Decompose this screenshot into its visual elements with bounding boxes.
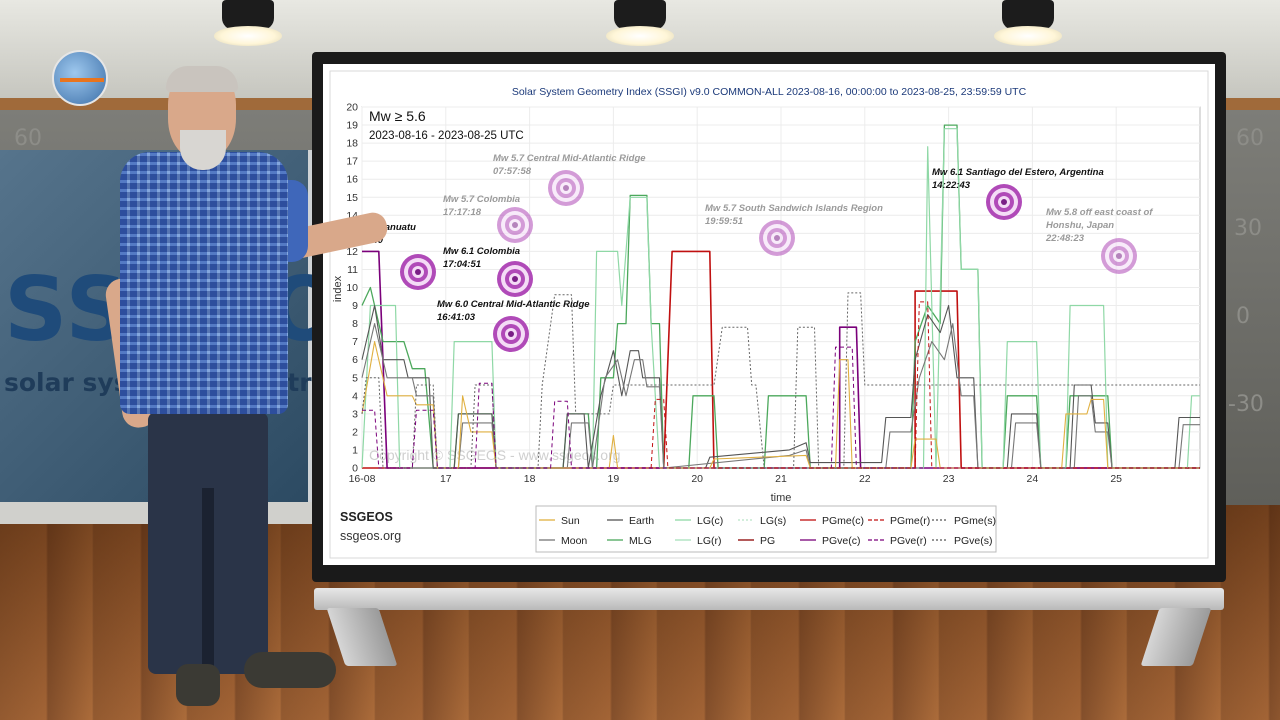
x-tick-label: 25 <box>1110 473 1122 485</box>
event-time: 17:04:51 <box>443 259 481 270</box>
x-tick-label: 19 <box>608 473 620 485</box>
legend-label: PGve(s) <box>954 535 993 547</box>
event-time: 22:48:23 <box>1045 233 1085 244</box>
spotlight-icon <box>988 0 1068 48</box>
legend-label: PGve(r) <box>890 535 927 547</box>
legend-label: Moon <box>561 535 587 547</box>
legend-label: PGme(c) <box>822 515 864 527</box>
event-time: 14:22:43 <box>932 180 971 191</box>
wall-number: 60 <box>14 126 42 151</box>
tv-stand <box>314 588 1224 610</box>
wall-number: 0 <box>1236 304 1250 329</box>
quake-ring-icon <box>548 170 584 206</box>
presenter <box>103 66 390 708</box>
quake-center <box>508 331 514 337</box>
legend-label: PGve(c) <box>822 535 861 547</box>
ssgi-chart: Solar System Geometry Index (SSGI) v9.0 … <box>329 70 1209 559</box>
x-tick-label: 21 <box>775 473 787 485</box>
quake-ring-icon <box>1101 238 1137 274</box>
quake-ring-icon <box>497 261 533 297</box>
legend-label: Sun <box>561 515 580 527</box>
quake-center <box>774 235 780 241</box>
event-time: 17:17:18 <box>443 207 482 218</box>
legend-label: Earth <box>629 515 654 527</box>
quake-ring-icon <box>497 207 533 243</box>
wall-number: -30 <box>1228 392 1264 417</box>
x-axis-label: time <box>771 492 792 504</box>
quake-center <box>1116 253 1122 259</box>
x-tick-label: 23 <box>943 473 955 485</box>
event-label: Mw 6.0 Central Mid-Atlantic Ridge <box>437 299 590 310</box>
legend-label: LG(s) <box>760 515 786 527</box>
event-label: Honshu, Japan <box>1046 220 1114 231</box>
wall-number: 60 <box>1236 126 1264 151</box>
x-tick-label: 18 <box>524 473 536 485</box>
spotlight-icon <box>208 0 288 48</box>
quake-center <box>512 222 518 228</box>
event-label: Mw 5.7 Central Mid-Atlantic Ridge <box>493 153 646 164</box>
event-label: Mw 6.1 Colombia <box>443 246 520 257</box>
event-label: Mw 5.8 off east coast of <box>1046 207 1153 218</box>
quake-center <box>563 185 569 191</box>
legend-label: LG(r) <box>697 535 722 547</box>
spotlight-icon <box>600 0 680 48</box>
legend-label: LG(c) <box>697 515 723 527</box>
legend-label: PGme(s) <box>954 515 996 527</box>
quake-ring-icon <box>986 184 1022 220</box>
event-time: 19:59:51 <box>705 216 743 227</box>
quake-center <box>1001 199 1007 205</box>
quake-ring-icon <box>759 220 795 256</box>
x-tick-label: 24 <box>1027 473 1039 485</box>
event-time: 07:57:58 <box>493 166 532 177</box>
legend-label: PG <box>760 535 775 547</box>
x-tick-label: 20 <box>691 473 703 485</box>
x-tick-label: 17 <box>440 473 452 485</box>
quake-center <box>512 276 518 282</box>
tv-screen: Solar System Geometry Index (SSGI) v9.0 … <box>323 64 1215 565</box>
quake-ring-icon <box>400 254 436 290</box>
chart-subtitle-range: 2023-08-16 - 2023-08-25 UTC <box>369 130 524 142</box>
event-label: Mw 5.7 Colombia <box>443 194 520 205</box>
quake-center <box>415 269 421 275</box>
event-time: 16:41:03 <box>437 312 476 323</box>
wall-number: 30 <box>1234 216 1262 241</box>
event-label: Mw 6.1 Santiago del Estero, Argentina <box>932 167 1104 178</box>
chart-subtitle-magnitude: Mw ≥ 5.6 <box>369 108 426 124</box>
x-tick-label: 22 <box>859 473 871 485</box>
globe-logo-icon <box>52 50 108 106</box>
event-label: Mw 5.7 South Sandwich Islands Region <box>705 203 883 214</box>
legend-label: PGme(r) <box>890 515 930 527</box>
quake-ring-icon <box>493 316 529 352</box>
chart-title: Solar System Geometry Index (SSGI) v9.0 … <box>512 86 1027 98</box>
legend-label: MLG <box>629 535 652 547</box>
